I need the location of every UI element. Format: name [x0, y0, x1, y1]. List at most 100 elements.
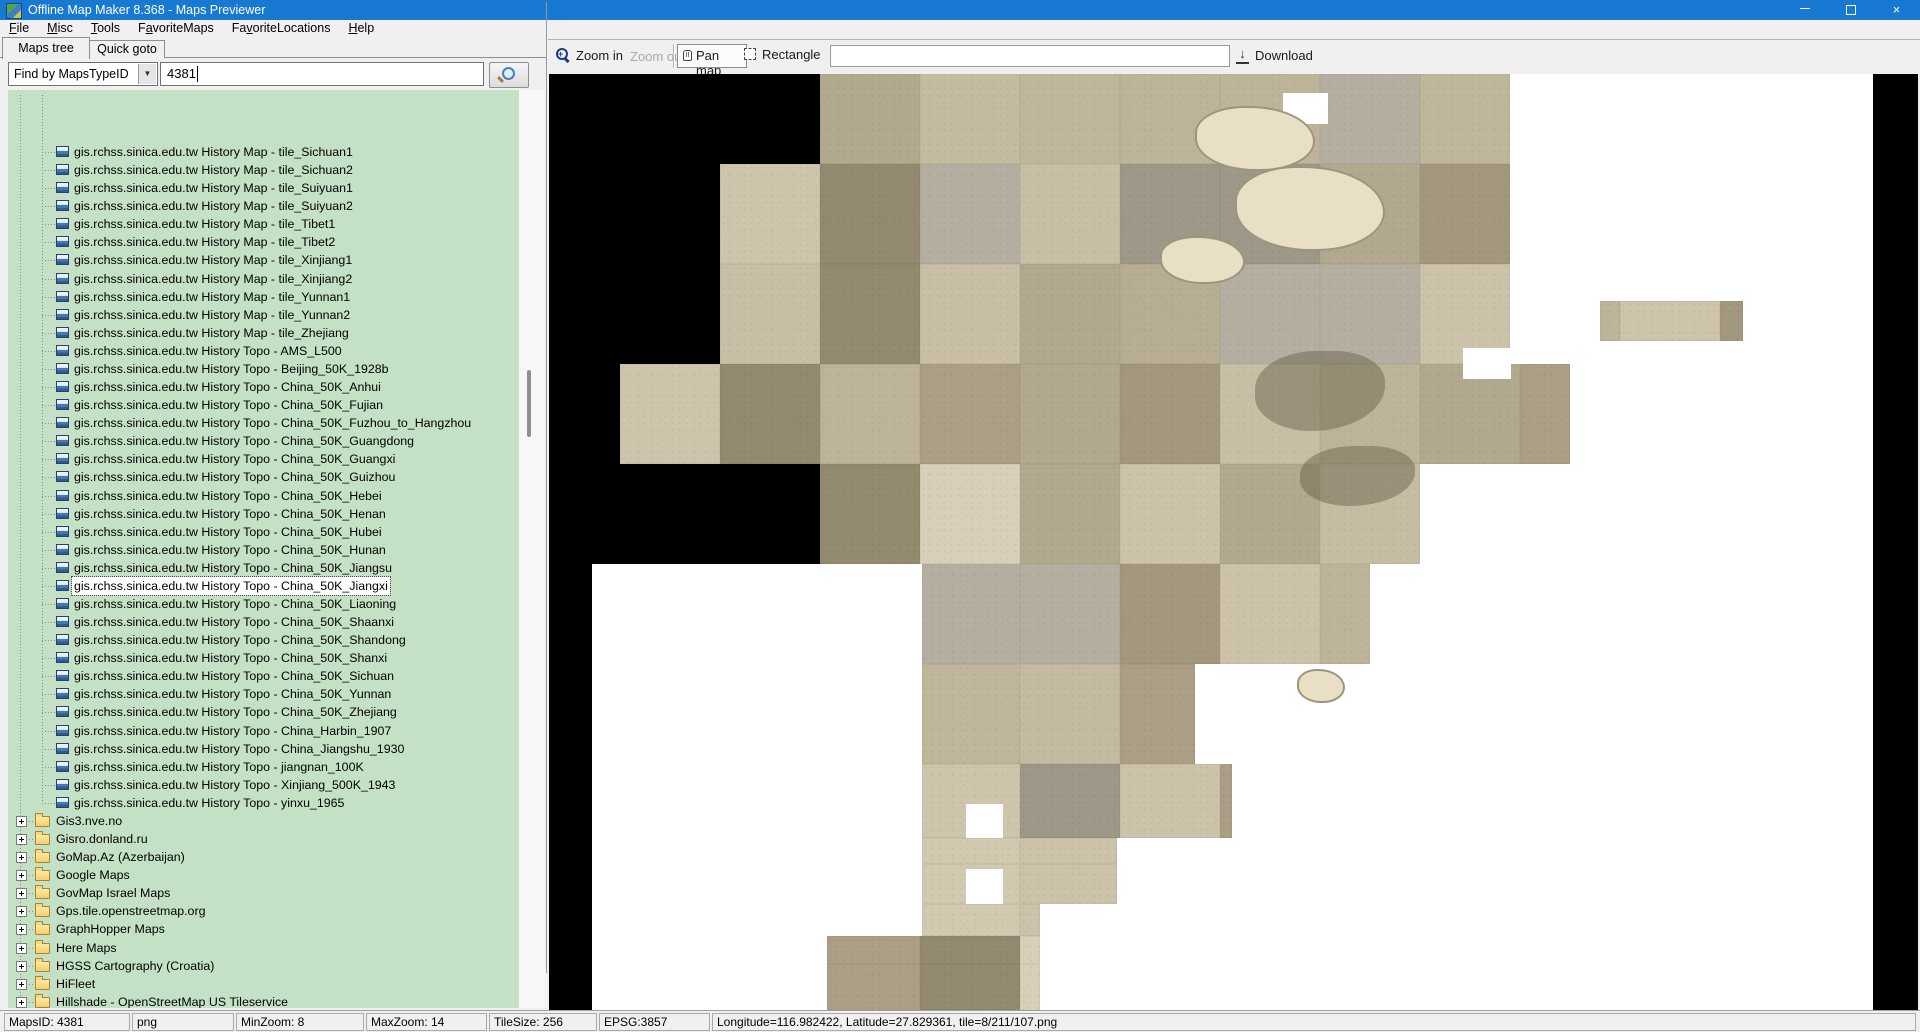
tree-item[interactable]: gis.rchss.sinica.edu.tw History Topo - C… — [8, 468, 519, 486]
tree-item-label[interactable]: gis.rchss.sinica.edu.tw History Topo - C… — [72, 595, 398, 613]
tree-item-label[interactable]: gis.rchss.sinica.edu.tw History Topo - C… — [72, 722, 393, 740]
tree-item[interactable]: gis.rchss.sinica.edu.tw History Topo - B… — [8, 360, 519, 378]
tree-folder-label[interactable]: HGSS Cartography (Croatia) — [54, 957, 216, 975]
tree-item-label[interactable]: gis.rchss.sinica.edu.tw History Topo - C… — [72, 505, 388, 523]
maximize-button[interactable] — [1828, 0, 1873, 20]
tree-folder-label[interactable]: GovMap Israel Maps — [54, 884, 172, 902]
tree-scrollbar-thumb[interactable] — [527, 370, 531, 437]
tree-item-label[interactable]: gis.rchss.sinica.edu.tw History Topo - A… — [72, 342, 344, 360]
tree-item-label[interactable]: gis.rchss.sinica.edu.tw History Map - ti… — [72, 215, 337, 233]
tree-item-label[interactable]: gis.rchss.sinica.edu.tw History Topo - C… — [72, 740, 406, 758]
tree-item-label[interactable]: gis.rchss.sinica.edu.tw History Topo - C… — [72, 613, 396, 631]
tree-item[interactable]: gis.rchss.sinica.edu.tw History Topo - C… — [8, 740, 519, 758]
zoom-in-button[interactable]: + Zoom in — [555, 47, 627, 67]
tree-item[interactable]: gis.rchss.sinica.edu.tw History Map - ti… — [8, 288, 519, 306]
tree-item[interactable]: gis.rchss.sinica.edu.tw History Topo - C… — [8, 541, 519, 559]
tree-item-label[interactable]: gis.rchss.sinica.edu.tw History Topo - C… — [72, 432, 416, 450]
tree-folder-label[interactable]: Hillshade - OpenStreetMap US Tileservice — [54, 993, 290, 1008]
tree-item[interactable]: gis.rchss.sinica.edu.tw History Topo - C… — [8, 487, 519, 505]
tab-quick-goto[interactable]: Quick goto — [89, 40, 165, 58]
tree-folder-label[interactable]: Here Maps — [54, 939, 119, 957]
tree-item[interactable]: gis.rchss.sinica.edu.tw History Map - ti… — [8, 197, 519, 215]
tree-item-label[interactable]: gis.rchss.sinica.edu.tw History Topo - C… — [72, 703, 399, 721]
tree-item[interactable]: gis.rchss.sinica.edu.tw History Map - ti… — [8, 251, 519, 269]
expand-plus-icon[interactable] — [16, 997, 27, 1008]
pan-map-button[interactable]: Pan map — [677, 44, 747, 68]
tree-item[interactable]: gis.rchss.sinica.edu.tw History Topo - C… — [8, 414, 519, 432]
tree-item-label[interactable]: gis.rchss.sinica.edu.tw History Topo - C… — [72, 523, 384, 541]
tree-folder-item[interactable]: Hillshade - OpenStreetMap US Tileservice — [8, 993, 519, 1008]
expand-plus-icon[interactable] — [16, 943, 27, 954]
tree-item-label[interactable]: gis.rchss.sinica.edu.tw History Topo - y… — [72, 794, 346, 812]
tree-item[interactable]: gis.rchss.sinica.edu.tw History Topo - C… — [8, 703, 519, 721]
tree-folder-label[interactable]: GraphHopper Maps — [54, 920, 167, 938]
tree-item[interactable]: gis.rchss.sinica.edu.tw History Map - ti… — [8, 215, 519, 233]
menu-misc[interactable]: Misc — [38, 20, 82, 37]
expand-plus-icon[interactable] — [16, 852, 27, 863]
tree-item[interactable]: gis.rchss.sinica.edu.tw History Topo - X… — [8, 776, 519, 794]
expand-plus-icon[interactable] — [16, 816, 27, 827]
tree-item[interactable]: gis.rchss.sinica.edu.tw History Topo - C… — [8, 378, 519, 396]
tree-folder-item[interactable]: HGSS Cartography (Croatia) — [8, 957, 519, 975]
tree-item[interactable]: gis.rchss.sinica.edu.tw History Map - ti… — [8, 233, 519, 251]
tree-item[interactable]: gis.rchss.sinica.edu.tw History Topo - C… — [8, 523, 519, 541]
tree-item[interactable]: gis.rchss.sinica.edu.tw History Map - ti… — [8, 306, 519, 324]
tree-folder-item[interactable]: Gis3.nve.no — [8, 812, 519, 830]
expand-plus-icon[interactable] — [16, 961, 27, 972]
tree-item[interactable]: gis.rchss.sinica.edu.tw History Topo - C… — [8, 613, 519, 631]
tree-item[interactable]: gis.rchss.sinica.edu.tw History Topo - C… — [8, 577, 519, 595]
toolbar-input[interactable] — [830, 45, 1230, 67]
tree-item[interactable]: gis.rchss.sinica.edu.tw History Topo - C… — [8, 685, 519, 703]
tree-item-label[interactable]: gis.rchss.sinica.edu.tw History Map - ti… — [72, 288, 352, 306]
expand-plus-icon[interactable] — [16, 906, 27, 917]
tree-item-label[interactable]: gis.rchss.sinica.edu.tw History Map - ti… — [72, 270, 354, 288]
tree-item-label[interactable]: gis.rchss.sinica.edu.tw History Map - ti… — [72, 179, 355, 197]
tree-item[interactable]: gis.rchss.sinica.edu.tw History Topo - y… — [8, 794, 519, 812]
tree-item[interactable]: gis.rchss.sinica.edu.tw History Topo - A… — [8, 342, 519, 360]
find-by-dropdown[interactable]: Find by MapsTypeID ▼ — [8, 62, 158, 86]
expand-plus-icon[interactable] — [16, 979, 27, 990]
tree-folder-label[interactable]: Gis3.nve.no — [54, 812, 124, 830]
expand-plus-icon[interactable] — [16, 888, 27, 899]
tree-item[interactable]: gis.rchss.sinica.edu.tw History Topo - j… — [8, 758, 519, 776]
tree-item-label[interactable]: gis.rchss.sinica.edu.tw History Topo - j… — [72, 758, 366, 776]
tree-item-label[interactable]: gis.rchss.sinica.edu.tw History Topo - C… — [72, 541, 388, 559]
tree-folder-label[interactable]: Google Maps — [54, 866, 132, 884]
tree-item-label[interactable]: gis.rchss.sinica.edu.tw History Topo - C… — [72, 487, 384, 505]
tree-item-label[interactable]: gis.rchss.sinica.edu.tw History Topo - X… — [72, 776, 397, 794]
menu-file[interactable]: File — [0, 20, 38, 37]
tree-item-label[interactable]: gis.rchss.sinica.edu.tw History Map - ti… — [72, 197, 355, 215]
menu-favoritelocations[interactable]: FavoriteLocations — [223, 20, 340, 37]
expand-plus-icon[interactable] — [16, 834, 27, 845]
tree-folder-label[interactable]: Gps.tile.openstreetmap.org — [54, 902, 207, 920]
search-input[interactable]: 4381 — [160, 62, 484, 86]
tree-item-label[interactable]: gis.rchss.sinica.edu.tw History Topo - C… — [72, 577, 390, 595]
tree-item-label[interactable]: gis.rchss.sinica.edu.tw History Topo - C… — [72, 631, 408, 649]
tree-item[interactable]: gis.rchss.sinica.edu.tw History Map - ti… — [8, 324, 519, 342]
tree-item-label[interactable]: gis.rchss.sinica.edu.tw History Map - ti… — [72, 324, 351, 342]
tree-item-label[interactable]: gis.rchss.sinica.edu.tw History Topo - C… — [72, 396, 385, 414]
tree-folder-label[interactable]: HiFleet — [54, 975, 97, 993]
expand-plus-icon[interactable] — [16, 924, 27, 935]
tree-item-label[interactable]: gis.rchss.sinica.edu.tw History Topo - C… — [72, 414, 473, 432]
tree-item[interactable]: gis.rchss.sinica.edu.tw History Topo - C… — [8, 450, 519, 468]
tree-item[interactable]: gis.rchss.sinica.edu.tw History Topo - C… — [8, 559, 519, 577]
tree-item[interactable]: gis.rchss.sinica.edu.tw History Topo - C… — [8, 396, 519, 414]
tree-folder-item[interactable]: GoMap.Az (Azerbaijan) — [8, 848, 519, 866]
tree-item-label[interactable]: gis.rchss.sinica.edu.tw History Map - ti… — [72, 306, 352, 324]
download-button[interactable]: ↓ Download — [1236, 47, 1326, 64]
tree-folder-label[interactable]: Gisro.donland.ru — [54, 830, 150, 848]
tree-item-label[interactable]: gis.rchss.sinica.edu.tw History Topo - C… — [72, 685, 393, 703]
tree-item[interactable]: gis.rchss.sinica.edu.tw History Topo - C… — [8, 649, 519, 667]
search-button[interactable] — [489, 62, 529, 88]
close-button[interactable]: × — [1874, 0, 1919, 20]
rectangle-button[interactable]: Rectangle — [744, 47, 824, 63]
tree-folder-item[interactable]: GraphHopper Maps — [8, 920, 519, 938]
tree-folder-item[interactable]: HiFleet — [8, 975, 519, 993]
menu-help[interactable]: Help — [339, 20, 383, 37]
expand-plus-icon[interactable] — [16, 870, 27, 881]
tab-maps-tree[interactable]: Maps tree — [2, 37, 90, 59]
tree-item[interactable]: gis.rchss.sinica.edu.tw History Topo - C… — [8, 631, 519, 649]
tree-item-label[interactable]: gis.rchss.sinica.edu.tw History Map - ti… — [72, 143, 355, 161]
menu-favoritemaps[interactable]: FavoriteMaps — [129, 20, 223, 37]
